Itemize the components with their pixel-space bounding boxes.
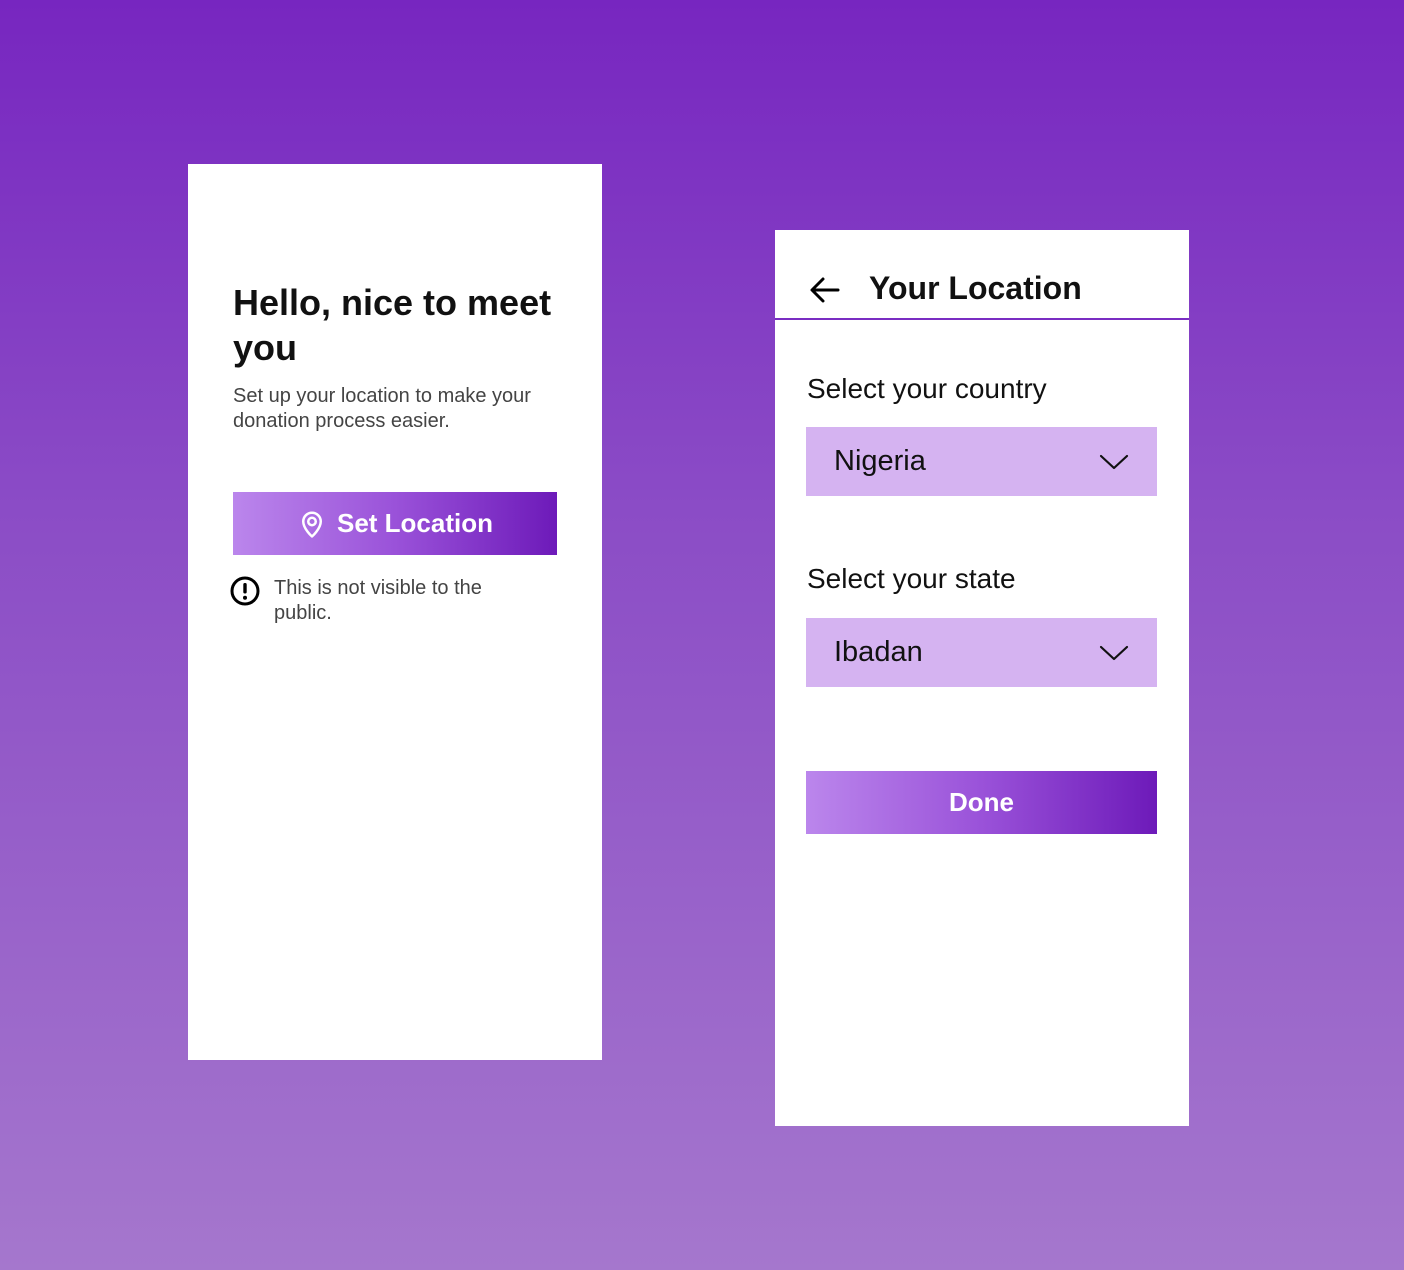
set-location-label: Set Location: [336, 508, 493, 538]
state-label: Select your state: [807, 563, 1016, 594]
page-title: Your Location: [869, 270, 1082, 306]
top-app-bar: Your Location: [775, 230, 1189, 320]
welcome-screen: Hello, nice to meet you Set up your loca…: [188, 164, 602, 1060]
back-button[interactable]: [807, 272, 843, 308]
privacy-notice: This is not visible to the public.: [230, 576, 550, 626]
state-select-value: Ibadan: [834, 636, 923, 668]
arrow-left-icon: [807, 272, 843, 308]
chevron-down-icon: [1099, 453, 1129, 471]
set-location-button[interactable]: Set Location: [233, 492, 557, 555]
country-select-value: Nigeria: [834, 445, 926, 477]
location-pin-icon: [297, 509, 327, 539]
welcome-heading: Hello, nice to meet you: [233, 282, 552, 368]
welcome-subtext: Set up your location to make your donati…: [233, 385, 531, 432]
privacy-notice-text: This is not visible to the public.: [274, 577, 482, 624]
chevron-down-icon: [1099, 644, 1129, 662]
state-select[interactable]: Ibadan: [806, 618, 1157, 687]
country-select[interactable]: Nigeria: [806, 427, 1157, 496]
done-button-label: Done: [949, 787, 1014, 817]
exclamation-circle-icon: [230, 576, 260, 606]
location-screen: Your Location Select your country Nigeri…: [775, 230, 1189, 1126]
done-button[interactable]: Done: [806, 771, 1157, 834]
country-label: Select your country: [807, 373, 1047, 404]
